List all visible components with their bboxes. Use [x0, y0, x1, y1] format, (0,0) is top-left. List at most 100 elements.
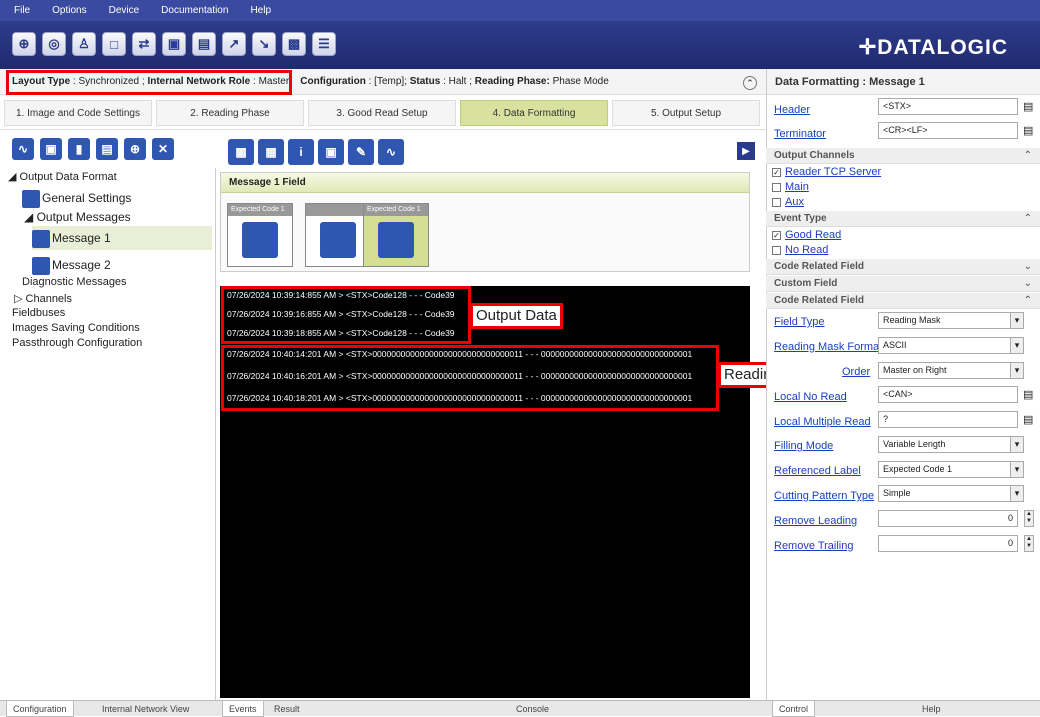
wizard-steps: 1. Image and Code Settings 2. Reading Ph… — [0, 96, 766, 130]
panel-title: Data Formatting : Message 1 — [767, 69, 1040, 95]
step-3[interactable]: 3. Good Read Setup — [308, 100, 456, 126]
reading-mask-box — [221, 345, 719, 411]
user-icon[interactable]: ♙ — [72, 32, 96, 56]
edit-icon[interactable]: ✎ — [348, 139, 374, 165]
play-icon[interactable]: ▶ — [737, 142, 755, 160]
message-field-header: Message 1 Field — [221, 173, 749, 193]
header-label[interactable]: Header — [774, 104, 810, 116]
remove-trailing-stepper[interactable]: ▲ ▼ — [1024, 535, 1034, 552]
terminator-input[interactable]: <CR><LF> — [878, 122, 1018, 139]
info-icon[interactable]: i — [288, 139, 314, 165]
edit-doc-icon[interactable]: ▤ — [1023, 388, 1035, 401]
step-5[interactable]: 5. Output Setup — [612, 100, 760, 126]
cutting-pattern-label: Cutting Pattern Type — [774, 490, 875, 502]
output-data-box — [221, 286, 471, 344]
plug-icon[interactable]: ▮ — [68, 138, 90, 160]
waveform-icon[interactable]: ∿ — [378, 139, 404, 165]
tree-general-settings[interactable]: General Settings — [22, 190, 131, 208]
tab-events[interactable]: Events — [222, 701, 264, 717]
tree-diagnostic-messages[interactable]: Diagnostic Messages — [22, 276, 127, 288]
menu-file[interactable]: File — [14, 5, 30, 16]
document-icon[interactable]: ▤ — [96, 138, 118, 160]
custom-field-section[interactable]: Custom Field ⌄ — [766, 276, 1040, 292]
mask-format-label: Reading Mask Format — [774, 341, 883, 353]
step-2[interactable]: 2. Reading Phase — [156, 100, 304, 126]
pencil-icon — [320, 222, 356, 258]
tree-output-data-format[interactable]: ◢ Output Data Format — [8, 170, 117, 183]
connect-icon[interactable]: ⊕ — [12, 32, 36, 56]
field-icon[interactable]: ▣ — [318, 139, 344, 165]
field-tile-custom[interactable] — [305, 203, 371, 267]
menu-help[interactable]: Help — [250, 5, 271, 16]
remove-trailing-label: Remove Trailing — [774, 540, 854, 552]
channel-reader-tcp[interactable]: ✓ Reader TCP Server — [772, 166, 881, 178]
code-related-section-open[interactable]: Code Related Field ⌃ — [766, 293, 1040, 309]
tab-help[interactable]: Help — [916, 701, 947, 717]
close-icon[interactable]: ✕ — [152, 138, 174, 160]
tree-fieldbuses[interactable]: Fieldbuses — [12, 307, 65, 319]
remove-leading-label: Remove Leading — [774, 515, 858, 527]
window-icon[interactable]: □ — [102, 32, 126, 56]
step-4[interactable]: 4. Data Formatting — [460, 100, 608, 126]
local-multi-read-input[interactable]: ? — [878, 411, 1018, 428]
edit-doc-icon[interactable]: ▤ — [1023, 124, 1035, 137]
tab-console[interactable]: Console — [510, 701, 555, 717]
tree-output-messages[interactable]: ◢ Output Messages — [24, 210, 131, 224]
add-icon[interactable]: ⊕ — [124, 138, 146, 160]
tree-message-2[interactable]: Message 2 — [32, 254, 111, 276]
edit-doc-icon[interactable]: ▤ — [1023, 100, 1035, 113]
event-no-read[interactable]: No Read — [772, 244, 828, 256]
menu-device[interactable]: Device — [109, 5, 140, 16]
export-icon[interactable]: ↗ — [222, 32, 246, 56]
tree-message-1[interactable]: Message 1 — [32, 226, 212, 250]
code-related-section[interactable]: Code Related Field ⌄ — [766, 259, 1040, 275]
channel-main[interactable]: Main — [772, 181, 809, 193]
local-multi-read-label: Local Multiple Read — [774, 416, 871, 428]
order-select[interactable]: Master on Right — [878, 362, 1024, 379]
field-tile-expected-code[interactable]: Expected Code 1 — [227, 203, 293, 267]
referenced-label-label: Referenced Label — [774, 465, 861, 477]
local-no-read-label: Local No Read — [774, 391, 847, 403]
field-type-select[interactable]: Reading Mask — [878, 312, 1024, 329]
terminator-label[interactable]: Terminator — [774, 128, 826, 140]
event-type-section[interactable]: Event Type ⌃ — [766, 211, 1040, 227]
remove-leading-input[interactable]: 0 — [878, 510, 1018, 527]
device-compare-icon[interactable]: ▩ — [282, 32, 306, 56]
device-settings-icon[interactable]: ▤ — [192, 32, 216, 56]
message-field-panel: Message 1 Field Expected Code 1 Expected… — [220, 172, 750, 272]
local-no-read-input[interactable]: <CAN> — [878, 386, 1018, 403]
menu-documentation[interactable]: Documentation — [161, 5, 228, 16]
step-1[interactable]: 1. Image and Code Settings — [4, 100, 152, 126]
event-good-read[interactable]: ✓ Good Read — [772, 229, 841, 241]
camera-icon[interactable]: ▣ — [40, 138, 62, 160]
referenced-label-select[interactable]: Expected Code 1 — [878, 461, 1024, 478]
waveform-icon[interactable]: ∿ — [12, 138, 34, 160]
add-code-icon[interactable]: ▩ — [228, 139, 254, 165]
highlight-box — [6, 70, 292, 95]
compare-icon[interactable]: ⇄ — [132, 32, 156, 56]
mask-format-select[interactable]: ASCII — [878, 337, 1024, 354]
discover-icon[interactable]: ◎ — [42, 32, 66, 56]
header-input[interactable]: <STX> — [878, 98, 1018, 115]
remove-trailing-input[interactable]: 0 — [878, 535, 1018, 552]
remove-leading-stepper[interactable]: ▲ ▼ — [1024, 510, 1034, 527]
tab-internal-network[interactable]: Internal Network View — [96, 701, 195, 717]
edit-doc-icon[interactable]: ▤ — [1023, 413, 1035, 426]
tree-passthrough[interactable]: Passthrough Configuration — [12, 337, 142, 349]
channel-aux[interactable]: Aux — [772, 196, 804, 208]
field-tile-reading-mask[interactable]: Expected Code 1 — [363, 203, 429, 267]
cutting-pattern-select[interactable]: Simple — [878, 485, 1024, 502]
tree-images-saving[interactable]: Images Saving Conditions — [12, 322, 140, 334]
collapse-icon[interactable]: ⌃ — [743, 76, 757, 90]
add-pattern-icon[interactable]: ▦ — [258, 139, 284, 165]
import-icon[interactable]: ↘ — [252, 32, 276, 56]
tab-control[interactable]: Control — [772, 701, 816, 717]
menu-options[interactable]: Options — [52, 5, 86, 16]
filling-mode-select[interactable]: Variable Length — [878, 436, 1024, 453]
tree-channels[interactable]: ▷ Channels — [14, 292, 72, 305]
output-channels-section[interactable]: Output Channels ⌃ — [766, 148, 1040, 164]
settings-list-icon[interactable]: ☰ — [312, 32, 336, 56]
device-icon[interactable]: ▣ — [162, 32, 186, 56]
tab-result[interactable]: Result — [268, 701, 306, 717]
tab-configuration[interactable]: Configuration — [6, 701, 74, 717]
